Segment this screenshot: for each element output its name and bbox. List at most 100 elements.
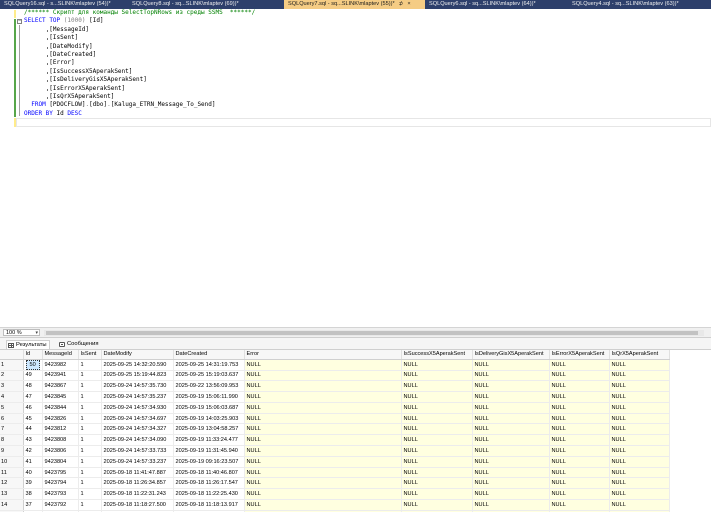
grid-cell[interactable]: 2025-09-24 14:57:35.237	[101, 391, 174, 403]
row-number-cell[interactable]: 8	[0, 434, 24, 447]
grid-cell[interactable]: NULL	[244, 391, 402, 403]
grid-cell[interactable]: NULL	[401, 434, 473, 447]
grid-cell[interactable]: NULL	[549, 434, 610, 447]
grid-cell[interactable]: NULL	[549, 380, 610, 393]
selected-cell[interactable]: 50	[23, 359, 43, 371]
grid-cell[interactable]: NULL	[472, 370, 550, 382]
grid-cell[interactable]: 2025-09-19 15:06:11.990	[173, 391, 245, 403]
grid-cell[interactable]: 1	[78, 467, 102, 479]
column-header[interactable]: IsDeliveryGisX5AperakSent	[472, 350, 550, 360]
grid-cell[interactable]: 1	[78, 423, 102, 436]
grid-cell[interactable]: NULL	[244, 434, 402, 447]
row-number-cell[interactable]: 13	[0, 488, 24, 501]
grid-cell[interactable]: NULL	[472, 413, 550, 425]
grid-cell[interactable]: NULL	[472, 391, 550, 403]
grid-cell[interactable]: NULL	[472, 402, 550, 414]
grid-cell[interactable]: 1	[78, 370, 102, 382]
grid-cell[interactable]: NULL	[609, 467, 670, 479]
grid-cell[interactable]: NULL	[609, 423, 670, 436]
table-row[interactable]: 1 50 9423982 1 2025-09-25 14:32:20.590 2025-0…	[0, 359, 670, 371]
grid-cell[interactable]: 39	[23, 477, 43, 490]
grid-cell[interactable]: NULL	[549, 391, 610, 403]
tab-results[interactable]: Результаты	[6, 340, 50, 349]
grid-cell[interactable]: NULL	[609, 488, 670, 501]
grid-cell[interactable]: 2025-09-19 11:31:45.940	[173, 445, 245, 457]
grid-cell[interactable]: NULL	[549, 402, 610, 414]
grid-cell[interactable]: 43	[23, 434, 43, 447]
grid-cell[interactable]: NULL	[609, 445, 670, 457]
grid-cell[interactable]: NULL	[472, 456, 550, 468]
grid-cell[interactable]: 40	[23, 467, 43, 479]
grid-cell[interactable]: NULL	[609, 380, 670, 393]
grid-cell[interactable]: NULL	[401, 359, 473, 371]
grid-cell[interactable]: NULL	[549, 413, 610, 425]
grid-cell[interactable]: 2025-09-24 14:57:34.090	[101, 434, 174, 447]
grid-cell[interactable]: 2025-09-24 14:57:34.327	[101, 423, 174, 436]
grid-cell[interactable]: 9423867	[42, 380, 79, 393]
row-number-cell[interactable]: 14	[0, 499, 24, 511]
chevron-down-icon[interactable]: ▾	[35, 330, 38, 336]
column-header[interactable]: DateCreated	[173, 350, 245, 360]
grid-cell[interactable]: 2025-09-18 11:41:47.887	[101, 467, 174, 479]
table-row[interactable]: 2 49 9423941 1 2025-09-25 15:19:44.823 2025-0…	[0, 370, 670, 382]
row-number-cell[interactable]: 2	[0, 370, 24, 382]
tab-sqlquery16[interactable]: SQLQuery16.sql - s...SLINK\mlaptev (54))…	[0, 0, 128, 9]
row-number-cell[interactable]: 6	[0, 413, 24, 425]
grid-cell[interactable]: NULL	[401, 423, 473, 436]
grid-cell[interactable]: 1	[78, 477, 102, 490]
table-row[interactable]: 3 48 9423867 1 2025-09-24 14:57:35.730 2025-0…	[0, 380, 670, 393]
column-header[interactable]: Id	[23, 350, 43, 360]
grid-cell[interactable]: 2025-09-24 14:57:34.930	[101, 402, 174, 414]
tab-sqlquery4[interactable]: SQLQuery4.sql - sq...SLINK\mlaptev (63))…	[568, 0, 711, 9]
grid-cell[interactable]: NULL	[401, 477, 473, 490]
table-row[interactable]: 6 45 9423826 1 2025-09-24 14:57:34.697 2025-0…	[0, 413, 670, 425]
table-row[interactable]: 4 47 9423845 1 2025-09-24 14:57:35.237 2025-0…	[0, 391, 670, 403]
grid-cell[interactable]: 2025-09-22 13:56:09.953	[173, 380, 245, 393]
grid-cell[interactable]: 44	[23, 423, 43, 436]
grid-cell[interactable]: 46	[23, 402, 43, 414]
grid-cell[interactable]: NULL	[244, 445, 402, 457]
grid-cell[interactable]: 1	[78, 413, 102, 425]
row-number-cell[interactable]: 11	[0, 467, 24, 479]
grid-cell[interactable]: 47	[23, 391, 43, 403]
grid-cell[interactable]: 1	[78, 434, 102, 447]
grid-cell[interactable]: NULL	[401, 499, 473, 511]
grid-cell[interactable]: 9423795	[42, 467, 79, 479]
column-header[interactable]: IsSent	[78, 350, 102, 360]
grid-cell[interactable]: 2025-09-25 14:32:20.590	[101, 359, 174, 371]
grid-cell[interactable]: 1	[78, 445, 102, 457]
grid-cell[interactable]: 2025-09-19 13:04:58.257	[173, 423, 245, 436]
table-row[interactable]: 14 37 9423792 1 2025-09-18 11:18:27.500 2025-…	[0, 499, 670, 511]
grid-cell[interactable]: 1	[78, 456, 102, 468]
grid-cell[interactable]: 1	[78, 499, 102, 511]
grid-cell[interactable]: NULL	[549, 370, 610, 382]
grid-cell[interactable]: 2025-09-18 11:40:46.807	[173, 467, 245, 479]
code-text[interactable]: /****** Скрипт для команды SelectTopNRow…	[24, 9, 255, 118]
grid-cell[interactable]: NULL	[401, 380, 473, 393]
grid-cell[interactable]: NULL	[549, 488, 610, 501]
row-number-cell[interactable]: 3	[0, 380, 24, 393]
grid-cell[interactable]: 9423792	[42, 499, 79, 511]
grid-cell[interactable]: 9423845	[42, 391, 79, 403]
grid-cell[interactable]: NULL	[244, 413, 402, 425]
column-header[interactable]: IsErrorX5AperakSent	[549, 350, 610, 360]
grid-cell[interactable]: NULL	[549, 359, 610, 371]
fold-toggle-icon[interactable]: −	[17, 19, 22, 24]
table-row[interactable]: 11 40 9423795 1 2025-09-18 11:41:47.887 2025-…	[0, 467, 670, 479]
grid-cell[interactable]: 2025-09-25 14:31:19.753	[173, 359, 245, 371]
grid-cell[interactable]: NULL	[472, 434, 550, 447]
grid-cell[interactable]: 2025-09-19 15:06:03.687	[173, 402, 245, 414]
grid-cell[interactable]: NULL	[244, 370, 402, 382]
grid-cell[interactable]: 48	[23, 380, 43, 393]
grid-cell[interactable]: NULL	[472, 380, 550, 393]
grid-cell[interactable]: NULL	[549, 467, 610, 479]
grid-cell[interactable]: 37	[23, 499, 43, 511]
grid-cell[interactable]: NULL	[609, 499, 670, 511]
grid-cell[interactable]: NULL	[549, 456, 610, 468]
grid-cell[interactable]: 1	[78, 402, 102, 414]
grid-cell[interactable]: NULL	[401, 456, 473, 468]
column-header[interactable]: DateModify	[101, 350, 174, 360]
grid-cell[interactable]: NULL	[609, 434, 670, 447]
table-row[interactable]: 9 42 9423806 1 2025-09-24 14:57:33.733 2025-0…	[0, 445, 670, 457]
grid-cell[interactable]: 9423806	[42, 445, 79, 457]
